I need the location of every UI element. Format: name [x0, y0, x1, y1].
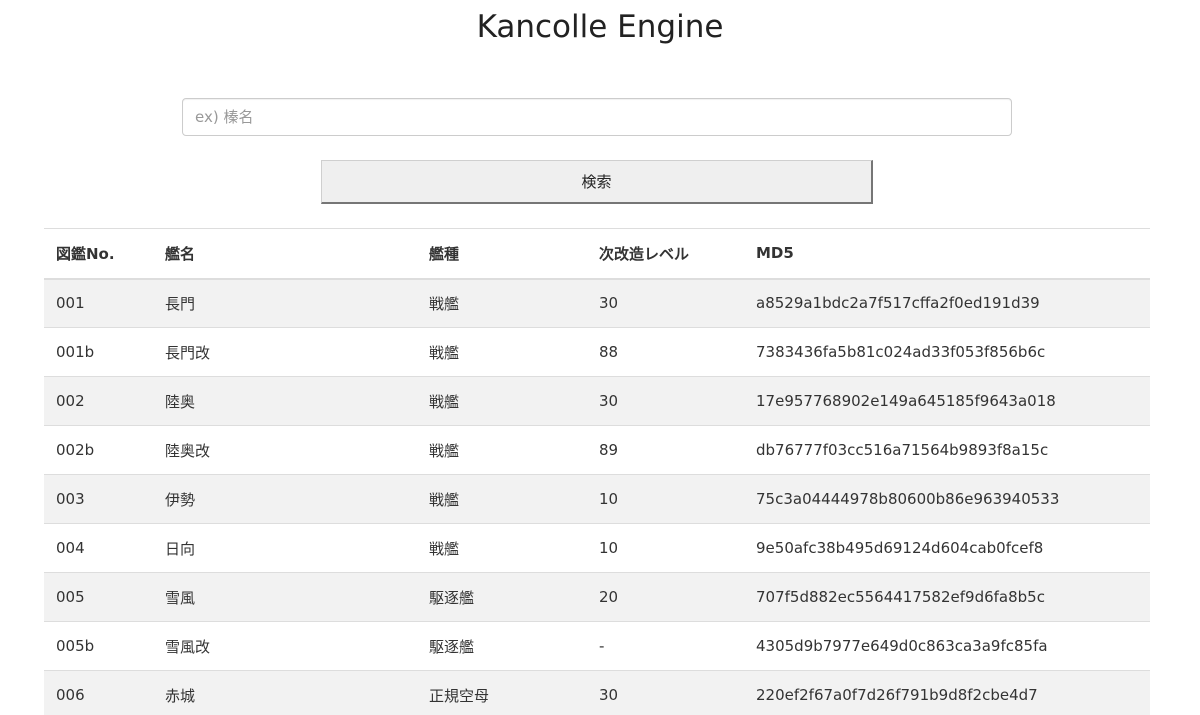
cell-number: 003 — [44, 474, 153, 524]
cell-ship-type: 戦艦 — [417, 523, 587, 573]
cell-number: 005b — [44, 621, 153, 671]
column-header-next-remodel-level: 次改造レベル — [587, 228, 744, 280]
cell-ship-type: 戦艦 — [417, 376, 587, 426]
table-row: 005 雪風 駆逐艦 20 707f5d882ec5564417582ef9d6fa8b… — [44, 572, 1150, 622]
table-row: 001b 長門改 戦艦 88 7383436fa5b81c024ad33f053f856… — [44, 327, 1150, 377]
page: Kancolle Engine 検索 図鑑No. 艦名 艦種 次改造レベル MD… — [0, 0, 1200, 715]
cell-number: 002 — [44, 376, 153, 426]
cell-md5: 17e957768902e149a645185f9643a018 — [744, 376, 1150, 426]
table-body: 001 長門 戦艦 30 a8529a1bdc2a7f517cffa2f0ed191d3… — [44, 278, 1150, 715]
cell-ship-name: 雪風改 — [153, 621, 417, 671]
cell-number: 002b — [44, 425, 153, 475]
table-row: 002b 陸奥改 戦艦 89 db76777f03cc516a71564b9893f8a… — [44, 425, 1150, 475]
cell-ship-type: 戦艦 — [417, 327, 587, 377]
cell-number: 005 — [44, 572, 153, 622]
cell-md5: 707f5d882ec5564417582ef9d6fa8b5c — [744, 572, 1150, 622]
cell-ship-name: 陸奥 — [153, 376, 417, 426]
cell-ship-type: 正規空母 — [417, 670, 587, 715]
page-title: Kancolle Engine — [476, 9, 724, 45]
table-header: 図鑑No. 艦名 艦種 次改造レベル MD5 — [44, 228, 1150, 280]
cell-next-remodel-level: 88 — [587, 327, 744, 377]
cell-ship-name: 雪風 — [153, 572, 417, 622]
cell-ship-type: 駆逐艦 — [417, 572, 587, 622]
cell-md5: a8529a1bdc2a7f517cffa2f0ed191d39 — [744, 278, 1150, 328]
cell-ship-name: 長門 — [153, 278, 417, 328]
cell-md5: 7383436fa5b81c024ad33f053f856b6c — [744, 327, 1150, 377]
table-row: 001 長門 戦艦 30 a8529a1bdc2a7f517cffa2f0ed191d3… — [44, 278, 1150, 328]
cell-number: 006 — [44, 670, 153, 715]
cell-ship-type: 戦艦 — [417, 278, 587, 328]
table-row: 002 陸奥 戦艦 30 17e957768902e149a645185f9643a01… — [44, 376, 1150, 426]
cell-md5: 220ef2f67a0f7d26f791b9d8f2cbe4d7 — [744, 670, 1150, 715]
search-button[interactable]: 検索 — [321, 160, 873, 204]
cell-ship-name: 陸奥改 — [153, 425, 417, 475]
cell-next-remodel-level: 20 — [587, 572, 744, 622]
cell-ship-type: 駆逐艦 — [417, 621, 587, 671]
cell-ship-name: 伊勢 — [153, 474, 417, 524]
table-row: 005b 雪風改 駆逐艦 -4305d9b7977e649d0c863ca3a9fc8… — [44, 621, 1150, 671]
cell-ship-name: 赤城 — [153, 670, 417, 715]
cell-ship-name: 長門改 — [153, 327, 417, 377]
column-header-number: 図鑑No. — [44, 228, 153, 280]
ship-table-container: 図鑑No. 艦名 艦種 次改造レベル MD5 001 長門 戦艦 30 a8529a1b… — [44, 228, 1150, 715]
cell-next-remodel-level: 10 — [587, 523, 744, 573]
cell-md5: 9e50afc38b495d69124d604cab0fcef8 — [744, 523, 1150, 573]
table-row: 006 赤城 正規空母 30 220ef2f67a0f7d26f791b9d8f2cbe… — [44, 670, 1150, 715]
cell-number: 004 — [44, 523, 153, 573]
cell-number: 001 — [44, 278, 153, 328]
cell-next-remodel-level: 30 — [587, 670, 744, 715]
column-header-ship-type: 艦種 — [417, 228, 587, 280]
cell-md5: 75c3a04444978b80600b86e963940533 — [744, 474, 1150, 524]
cell-number: 001b — [44, 327, 153, 377]
cell-ship-type: 戦艦 — [417, 425, 587, 475]
cell-ship-type: 戦艦 — [417, 474, 587, 524]
cell-next-remodel-level: 30 — [587, 376, 744, 426]
table-header-row: 図鑑No. 艦名 艦種 次改造レベル MD5 — [44, 228, 1150, 280]
table-row: 004 日向 戦艦 10 9e50afc38b495d69124d604cab0fcef… — [44, 523, 1150, 573]
cell-next-remodel-level: 89 — [587, 425, 744, 475]
cell-md5: 4305d9b7977e649d0c863ca3a9fc85fa — [744, 621, 1150, 671]
ship-table: 図鑑No. 艦名 艦種 次改造レベル MD5 001 長門 戦艦 30 a8529a1b… — [44, 228, 1150, 715]
cell-ship-name: 日向 — [153, 523, 417, 573]
column-header-ship-name: 艦名 — [153, 228, 417, 280]
search-input[interactable] — [182, 98, 1012, 136]
cell-next-remodel-level: 10 — [587, 474, 744, 524]
cell-next-remodel-level: - — [587, 621, 744, 671]
column-header-md5: MD5 — [744, 228, 1150, 280]
table-row: 003 伊勢 戦艦 10 75c3a04444978b80600b86e96394053… — [44, 474, 1150, 524]
cell-md5: db76777f03cc516a71564b9893f8a15c — [744, 425, 1150, 475]
cell-next-remodel-level: 30 — [587, 278, 744, 328]
